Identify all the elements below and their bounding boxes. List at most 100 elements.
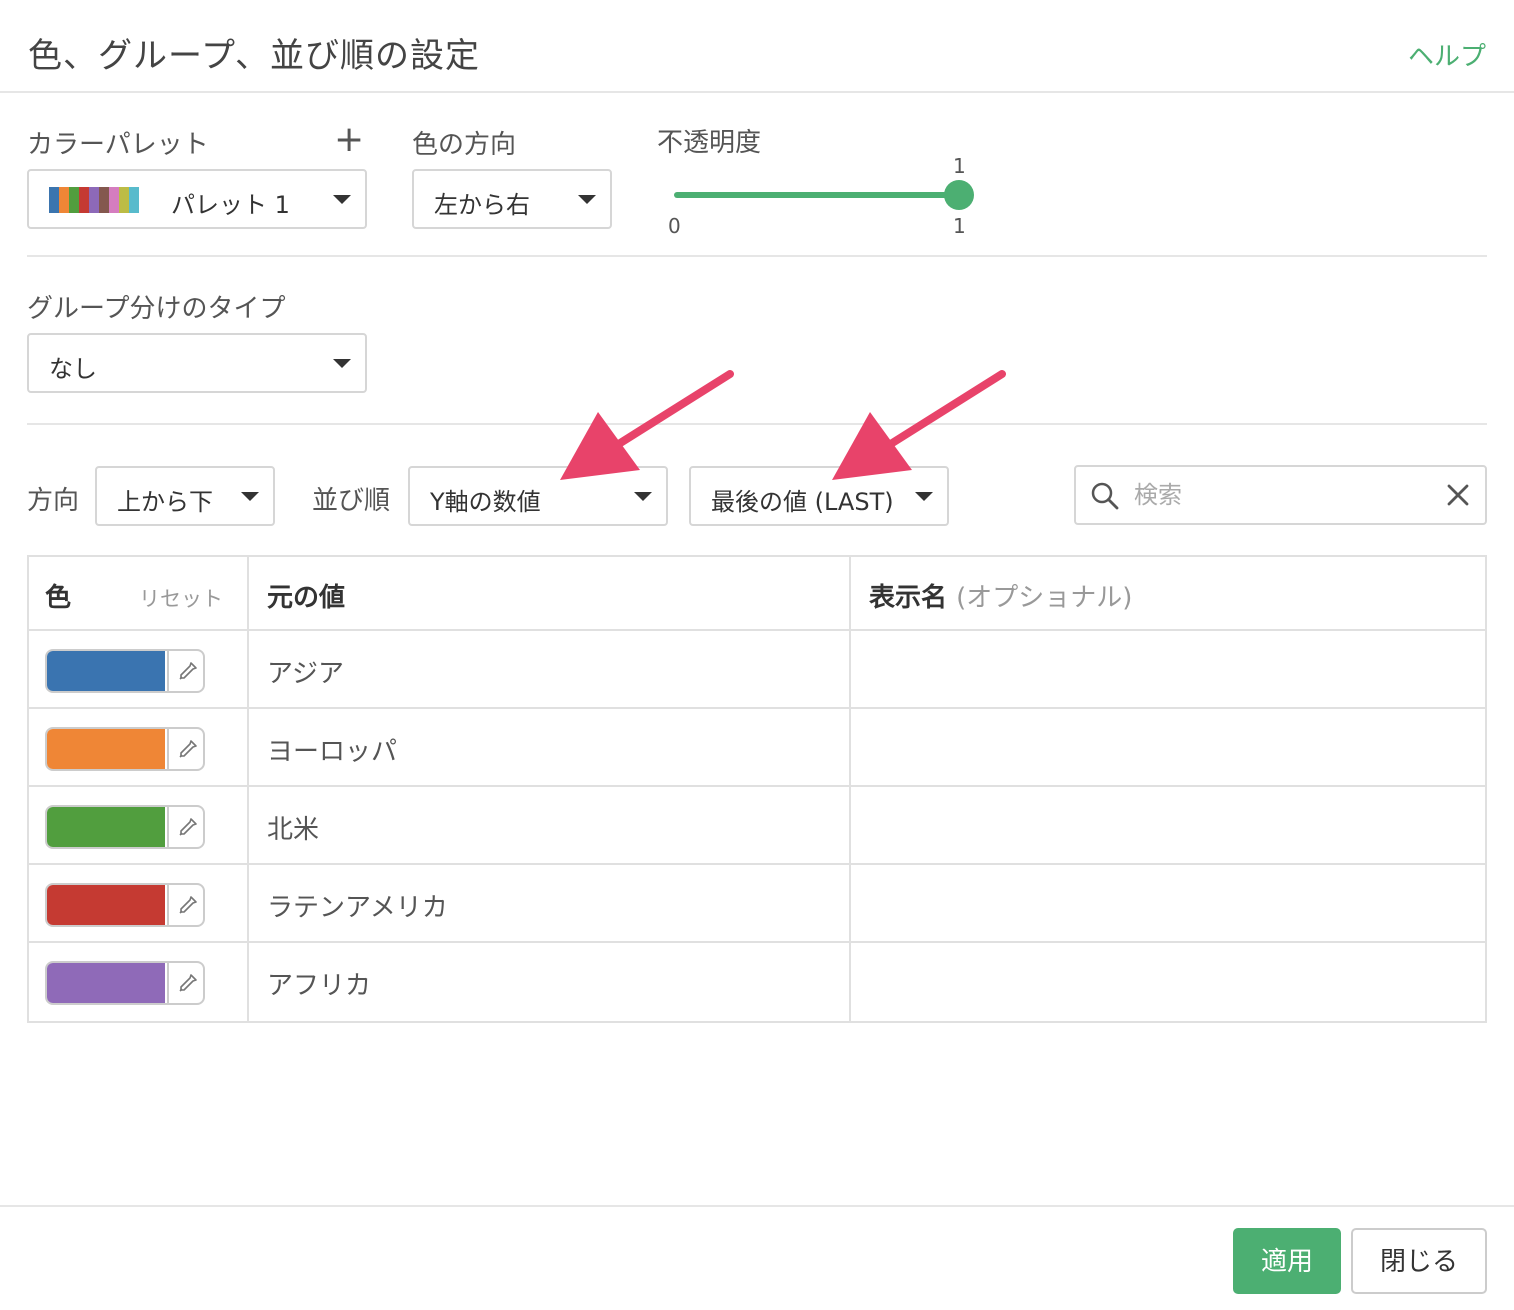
sort-order-select[interactable]: Y軸の数値 [408,466,668,526]
palette-swatch [129,187,139,213]
sort-aggregate-select[interactable]: 最後の値 (LAST) [689,466,949,526]
color-swatch[interactable] [47,729,165,769]
opacity-slider-handle[interactable] [944,180,974,210]
grouping-type-label: グループ分けのタイプ [27,294,286,324]
grouping-type-select[interactable]: なし [27,333,367,393]
original-value: ヨーロッパ [267,737,398,767]
color-palette-select[interactable]: パレット 1 [27,169,367,229]
display-name-cell[interactable] [851,943,1487,1021]
chevron-down-icon [578,195,596,204]
opacity-min-label: 0 [668,214,681,238]
table-row: ヨーロッパ [29,709,1485,787]
color-swatch[interactable] [47,885,165,925]
footer-divider [0,1205,1514,1207]
color-cell [29,865,249,941]
color-palette-value: パレット 1 [171,191,290,219]
color-swatch[interactable] [47,963,165,1003]
display-name-cell[interactable] [851,631,1487,707]
section-divider [27,255,1487,257]
table-header-row: 色 リセット 元の値 表示名 (オプショナル) [29,557,1485,631]
display-name-cell[interactable] [851,865,1487,941]
opacity-label: 不透明度 [657,128,762,158]
sort-aggregate-value: 最後の値 (LAST) [711,488,894,516]
table-row: アフリカ [29,943,1485,1021]
value-cell: アジア [249,631,851,707]
color-picker[interactable] [45,805,205,849]
eyedropper-icon [179,662,197,680]
close-button[interactable]: 閉じる [1351,1228,1487,1294]
sort-direction-label: 方向 [27,486,80,516]
opacity-slider-track[interactable] [674,192,960,198]
palette-swatch [119,187,129,213]
original-value: アフリカ [267,971,372,1001]
color-direction-label: 色の方向 [412,130,517,160]
annotation-arrow [832,370,1006,480]
eyedropper-button[interactable] [167,729,203,769]
search-box [1074,465,1487,525]
sort-order-value: Y軸の数値 [430,488,541,516]
original-value: ラテンアメリカ [267,893,448,923]
color-picker[interactable] [45,961,205,1005]
section-divider [27,423,1487,425]
palette-swatch [79,187,89,213]
eyedropper-button[interactable] [167,651,203,691]
sort-direction-value: 上から下 [117,488,213,516]
color-direction-select[interactable]: 左から右 [412,169,612,229]
palette-swatch [99,187,109,213]
opacity-max-label: 1 [953,214,966,238]
color-picker[interactable] [45,727,205,771]
header-value-cell: 元の値 [249,557,851,629]
display-name-cell[interactable] [851,709,1487,785]
color-swatch[interactable] [47,651,165,691]
color-cell [29,631,249,707]
palette-swatch [89,187,99,213]
display-name-cell[interactable] [851,787,1487,863]
palette-preview [49,187,139,213]
color-mapping-table: 色 リセット 元の値 表示名 (オプショナル) アジアヨーロッパ北米ラテンアメリ… [27,555,1487,1023]
palette-swatch [49,187,59,213]
annotation-arrow [560,370,734,480]
chevron-down-icon [634,492,652,501]
table-row: アジア [29,631,1485,709]
color-cell [29,787,249,863]
chevron-down-icon [241,492,259,501]
color-cell [29,709,249,785]
color-cell [29,943,249,1021]
palette-swatch [109,187,119,213]
value-cell: ラテンアメリカ [249,865,851,941]
header-color-cell: 色 リセット [29,557,249,629]
original-value: 北米 [267,815,320,845]
palette-swatch [59,187,69,213]
dialog-header: 色、グループ、並び順の設定 ヘルプ [0,0,1514,93]
color-picker[interactable] [45,649,205,693]
header-display-name: 表示名 [869,583,948,613]
help-link[interactable]: ヘルプ [1408,36,1486,73]
opacity-value-label: 1 [953,154,966,178]
color-picker[interactable] [45,883,205,927]
eyedropper-icon [179,896,197,914]
header-original-value: 元の値 [267,583,346,613]
table-row: ラテンアメリカ [29,865,1485,943]
table-row: 北米 [29,787,1485,865]
search-input[interactable] [1134,475,1434,515]
value-cell: ヨーロッパ [249,709,851,785]
reset-colors-link[interactable]: リセット [139,583,223,613]
header-display-hint: (オプショナル) [956,583,1133,613]
close-icon[interactable] [1445,482,1471,508]
header-display-cell: 表示名 (オプショナル) [851,557,1487,629]
chevron-down-icon [333,359,351,368]
eyedropper-button[interactable] [167,807,203,847]
color-palette-label: カラーパレット [27,130,209,160]
value-cell: アフリカ [249,943,851,1021]
color-swatch[interactable] [47,807,165,847]
header-color: 色 [45,583,72,613]
sort-order-label: 並び順 [312,486,391,516]
add-palette-button[interactable]: + [334,116,364,164]
eyedropper-icon [179,740,197,758]
eyedropper-button[interactable] [167,885,203,925]
original-value: アジア [267,659,344,689]
eyedropper-button[interactable] [167,963,203,1003]
sort-direction-select[interactable]: 上から下 [95,466,275,526]
apply-button[interactable]: 適用 [1233,1228,1341,1294]
chevron-down-icon [915,492,933,501]
